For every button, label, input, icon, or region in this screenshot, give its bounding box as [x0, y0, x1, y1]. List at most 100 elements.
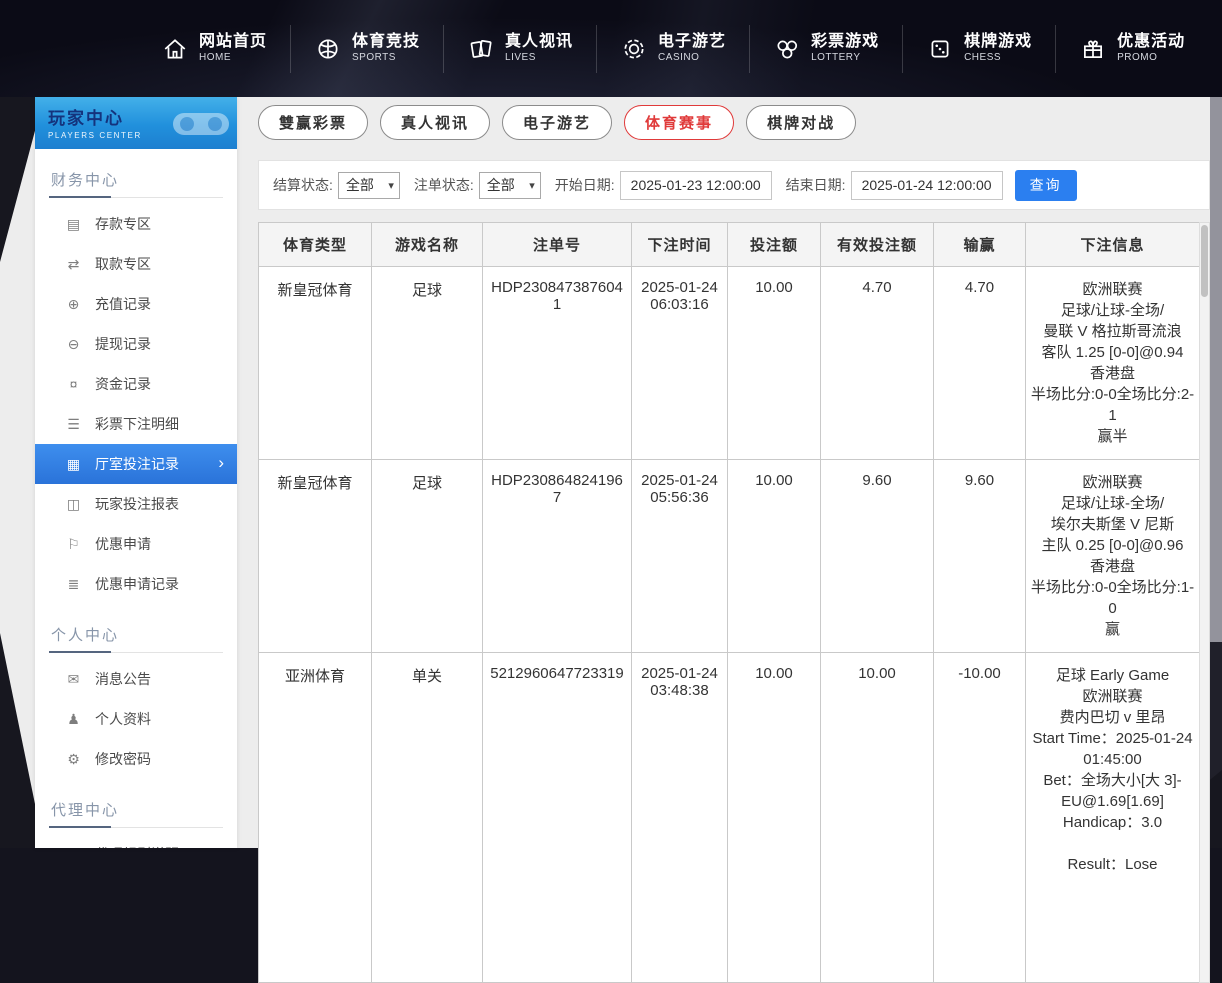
sidebar-item-profile[interactable]: ♟个人资料 [35, 699, 237, 739]
cell-bet-info: 足球 Early Game 欧洲联赛 费内巴切 v 里昂 Start Time：… [1026, 653, 1200, 983]
sidebar-item-label: 代理规则说明 [95, 844, 179, 848]
section-title-finance: 财务中心 [49, 169, 223, 198]
agent-menu: ≡代理规则说明 [35, 834, 237, 848]
nav-label: 电子游艺 [658, 32, 726, 52]
tab-casino[interactable]: 电子游艺 [502, 105, 612, 140]
sidebar-item-player-bet-report[interactable]: ◫玩家投注报表 [35, 484, 237, 524]
promo-apply-icon: ⚐ [65, 536, 82, 553]
sidebar-item-room-bet-records[interactable]: ▦厅室投注记录 [35, 444, 237, 484]
tab-chess[interactable]: 棋牌对战 [746, 105, 856, 140]
bet-records-table: 体育类型 游戏名称 注单号 下注时间 投注额 有效投注额 输赢 下注信息 新皇冠… [258, 222, 1200, 983]
sidebar-item-agent-rules[interactable]: ≡代理规则说明 [35, 834, 237, 848]
nav-item-chess[interactable]: 棋牌游戏CHESS [902, 25, 1055, 73]
cell-bet-time: 2025-01-24 06:03:16 [632, 267, 728, 460]
personal-menu: ✉消息公告 ♟个人资料 ⚙ 修改密码 [35, 659, 237, 779]
table-scrollbar-track [1199, 222, 1210, 983]
nav-item-casino[interactable]: 电子游艺CASINO [596, 25, 749, 73]
cell-order-number: 5212960647723319 [483, 653, 632, 983]
playing-cards-icon [467, 35, 495, 63]
nav-item-lives[interactable]: 真人视讯LIVES [443, 25, 596, 73]
cell-win-loss: -10.00 [934, 653, 1026, 983]
end-date-input[interactable] [851, 171, 1003, 200]
sidebar-item-deposit-zone[interactable]: ▤存款专区 [35, 204, 237, 244]
cell-game-name: 足球 [372, 460, 483, 653]
table-row: 新皇冠体育 足球 HDP2308473876041 2025-01-24 06:… [259, 267, 1200, 460]
col-bet-info: 下注信息 [1026, 223, 1200, 267]
cell-win-loss: 4.70 [934, 267, 1026, 460]
sidebar-item-promo-application-records[interactable]: ≣ 优惠申请记录 [35, 564, 237, 604]
start-date-label: 开始日期: [555, 175, 615, 195]
password-gear-icon: ⚙ [65, 751, 82, 768]
sidebar-item-label: 优惠申请记录 [95, 574, 179, 594]
nav-label: 体育竞技 [352, 32, 420, 52]
table-scrollbar-thumb[interactable] [1201, 225, 1208, 297]
lottery-details-icon: ☰ [65, 416, 82, 433]
end-date-label: 结束日期: [786, 175, 846, 195]
cell-bet-amount: 10.00 [728, 460, 821, 653]
nav-sublabel: LIVES [505, 52, 573, 65]
cell-valid-amount: 9.60 [821, 460, 934, 653]
order-status-select[interactable]: 全部 [479, 172, 541, 199]
sidebar-item-promo-application[interactable]: ⚐ 优惠申请 [35, 524, 237, 564]
sidebar-item-label: 修改密码 [95, 749, 151, 769]
tab-sports[interactable]: 体育赛事 [624, 105, 734, 140]
casino-chip-icon [620, 35, 648, 63]
home-icon [161, 35, 189, 63]
nav-sublabel: CASINO [658, 52, 726, 65]
sidebar-item-label: 彩票下注明细 [95, 414, 179, 434]
main-nav: 网站首页HOME 体育竞技SPORTS 真人视讯LIVES 电子游艺CASINO [138, 0, 1208, 97]
promo-record-icon: ≣ [65, 576, 82, 593]
recharge-icon: ⊕ [65, 296, 82, 313]
sidebar-item-messages[interactable]: ✉消息公告 [35, 659, 237, 699]
bet-records-table-wrap: 体育类型 游戏名称 注单号 下注时间 投注额 有效投注额 输赢 下注信息 新皇冠… [258, 222, 1210, 983]
sidebar-item-withdrawal-records[interactable]: ⊖ 提现记录 [35, 324, 237, 364]
sidebar-item-label: 优惠申请 [95, 534, 151, 554]
col-game-name: 游戏名称 [372, 223, 483, 267]
cell-order-number: HDP2308473876041 [483, 267, 632, 460]
filter-bar: 结算状态: 全部 注单状态: 全部 开始日期: 结束日期: 查询 [258, 160, 1210, 210]
sidebar-item-label: 提现记录 [95, 334, 151, 354]
report-icon: ◫ [65, 496, 82, 513]
cell-bet-info: 欧洲联赛 足球/让球-全场/ 曼联 V 格拉斯哥流浪 客队 1.25 [0-0]… [1026, 267, 1200, 460]
col-sport-type: 体育类型 [259, 223, 372, 267]
sidebar-item-recharge-records[interactable]: ⊕ 充值记录 [35, 284, 237, 324]
search-button[interactable]: 查询 [1015, 170, 1077, 201]
col-order-number: 注单号 [483, 223, 632, 267]
cell-order-number: HDP2308648241967 [483, 460, 632, 653]
tab-lottery[interactable]: 雙赢彩票 [258, 105, 368, 140]
settle-status-select[interactable]: 全部 [338, 172, 400, 199]
sidebar-item-lottery-bet-details[interactable]: ☰ 彩票下注明细 [35, 404, 237, 444]
sidebar: 玩家中心 PLAYERS CENTER 财务中心 ▤存款专区 ⇄取款专区 ⊕充值… [35, 97, 237, 848]
sidebar-item-change-password[interactable]: ⚙ 修改密码 [35, 739, 237, 779]
sidebar-item-withdraw-zone[interactable]: ⇄取款专区 [35, 244, 237, 284]
nav-sublabel: LOTTERY [811, 52, 879, 65]
cell-sport-type: 亚洲体育 [259, 653, 372, 983]
cell-valid-amount: 4.70 [821, 267, 934, 460]
nav-item-lottery[interactable]: 彩票游戏LOTTERY [749, 25, 902, 73]
cell-game-name: 足球 [372, 267, 483, 460]
main-content: 雙赢彩票 真人视讯 电子游艺 体育赛事 棋牌对战 结算状态: 全部 注单状态: … [258, 97, 1210, 848]
cell-sport-type: 新皇冠体育 [259, 267, 372, 460]
background-strip [1210, 97, 1222, 642]
nav-item-home[interactable]: 网站首页HOME [138, 25, 290, 73]
nav-label: 优惠活动 [1117, 32, 1185, 52]
room-bet-icon: ▦ [65, 456, 82, 473]
col-bet-amount: 投注额 [728, 223, 821, 267]
tab-live[interactable]: 真人视讯 [380, 105, 490, 140]
sidebar-item-funds-records[interactable]: ¤资金记录 [35, 364, 237, 404]
start-date-input[interactable] [620, 171, 772, 200]
cell-bet-amount: 10.00 [728, 267, 821, 460]
sidebar-item-label: 资金记录 [95, 374, 151, 394]
section-title-personal: 个人中心 [49, 624, 223, 653]
sidebar-item-label: 个人资料 [95, 709, 151, 729]
cell-sport-type: 新皇冠体育 [259, 460, 372, 653]
sidebar-item-label: 充值记录 [95, 294, 151, 314]
cell-bet-info: 欧洲联赛 足球/让球-全场/ 埃尔夫斯堡 V 尼斯 主队 0.25 [0-0]@… [1026, 460, 1200, 653]
gamepad-icon [169, 103, 233, 148]
nav-item-sports[interactable]: 体育竞技SPORTS [290, 25, 443, 73]
nav-item-promo[interactable]: 优惠活动PROMO [1055, 25, 1208, 73]
top-navigation-bar: 网站首页HOME 体育竞技SPORTS 真人视讯LIVES 电子游艺CASINO [0, 0, 1222, 97]
cell-bet-amount: 10.00 [728, 653, 821, 983]
withdrawal-record-icon: ⊖ [65, 336, 82, 353]
nav-sublabel: SPORTS [352, 52, 420, 65]
